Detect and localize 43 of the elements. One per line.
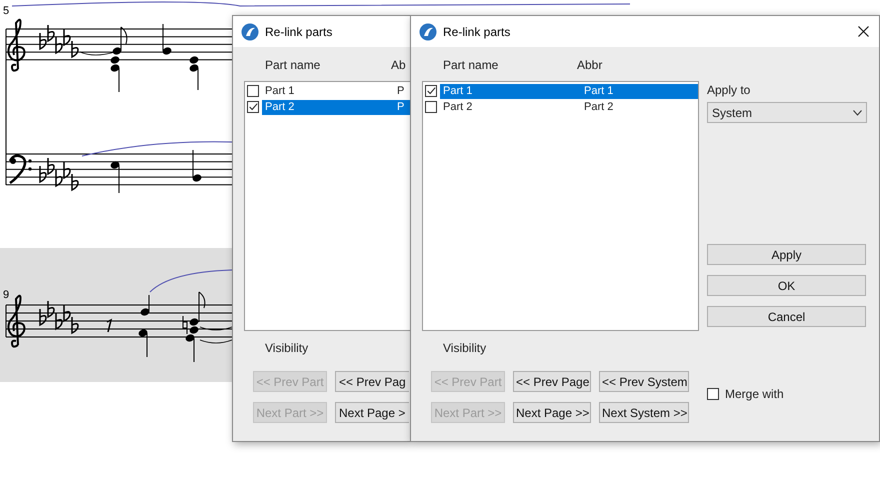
part-checkbox[interactable] — [425, 101, 437, 113]
column-header: Part name — [265, 58, 322, 74]
nav-button[interactable]: << Prev Page — [513, 371, 591, 392]
part-checkbox[interactable] — [425, 85, 437, 97]
column-header: Abbr — [577, 58, 602, 74]
part-row[interactable]: Part 2 Part 2 — [440, 100, 698, 114]
nav-button[interactable]: << Prev Pag — [335, 371, 409, 392]
part-row[interactable]: Part 1 Part 1 — [440, 84, 698, 98]
part-checkbox[interactable] — [247, 85, 259, 97]
close-icon[interactable] — [858, 26, 869, 37]
ok-button[interactable]: OK — [707, 275, 866, 296]
window-title: Re-link parts — [265, 24, 334, 38]
column-header: Ab — [391, 58, 406, 74]
apply-to-dropdown[interactable]: System — [707, 102, 867, 123]
visibility-label: Visibility — [265, 341, 310, 355]
app-logo-icon — [419, 22, 437, 40]
nav-button[interactable]: Next Page >> — [513, 402, 591, 423]
part-name: Part 1 — [265, 85, 296, 97]
window-title: Re-link parts — [443, 24, 512, 38]
part-row[interactable]: Part 2 P — [262, 100, 410, 114]
merge-label: Merge with — [725, 387, 784, 401]
nav-button[interactable]: Next Page > — [335, 402, 409, 423]
part-abbr: Part 1 — [584, 85, 614, 97]
visibility-label: Visibility — [443, 341, 488, 355]
cancel-button[interactable]: Cancel — [707, 306, 866, 327]
nav-button[interactable]: Next System >> — [599, 402, 689, 423]
merge-checkbox[interactable] — [707, 388, 719, 400]
part-name: Part 2 — [265, 101, 296, 113]
apply-to-label: Apply to — [707, 83, 752, 97]
part-abbr: Part 2 — [584, 101, 614, 113]
column-header: Part name — [443, 58, 500, 74]
chevron-icon — [853, 110, 862, 116]
nav-button[interactable]: << Prev System — [599, 371, 689, 392]
apply-button[interactable]: Apply — [707, 244, 866, 265]
part-name: Part 2 — [443, 101, 474, 113]
part-checkbox[interactable] — [247, 101, 259, 113]
part-abbr: P — [397, 101, 404, 113]
part-row[interactable]: Part 1 P — [262, 84, 410, 98]
measure-number: 5 — [3, 5, 10, 17]
app-logo-icon — [241, 22, 259, 40]
part-name: Part 1 — [443, 85, 474, 97]
measure-number: 9 — [3, 289, 10, 301]
part-abbr: P — [397, 85, 404, 97]
